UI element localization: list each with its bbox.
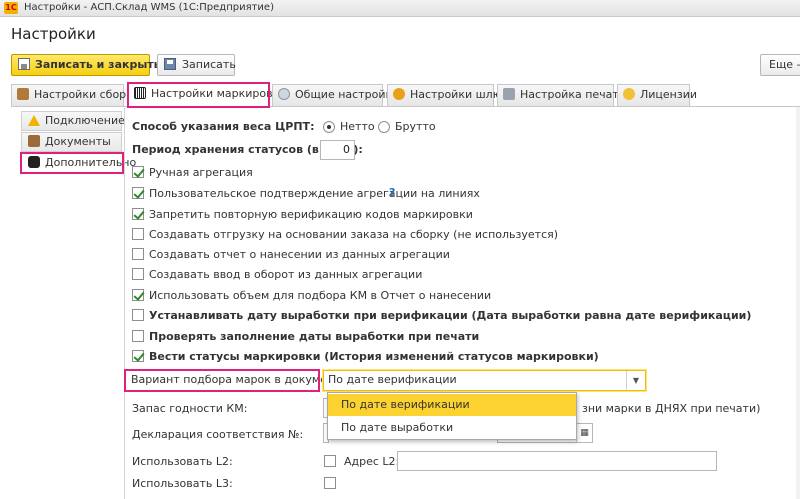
forbid-reverification-label: Запретить повторную верификацию кодов ма…	[149, 208, 473, 221]
save-and-close-button[interactable]: Записать и закрыть	[11, 54, 161, 76]
window-title: Настройки - АСП.Склад WMS (1С:Предприяти…	[24, 2, 274, 13]
weight-method-label: Способ указания веса ЦРПТ:	[132, 120, 315, 133]
warning-icon	[28, 115, 40, 126]
tab-assembly-settings[interactable]: Настройки сборки	[11, 84, 140, 106]
variant-label: Вариант подбора марок в документы:	[124, 369, 353, 392]
calendar-icon[interactable]: ▦	[576, 424, 592, 442]
gateway-icon	[393, 88, 405, 100]
sidebar-item-connection[interactable]: Подключение	[21, 111, 125, 131]
create-circulation-input-checkbox[interactable]	[132, 268, 144, 280]
gear-icon	[278, 88, 290, 100]
use-l2-checkbox[interactable]	[324, 455, 336, 467]
barcode-icon	[134, 87, 146, 99]
printer-icon	[503, 88, 515, 100]
save-button[interactable]: Записать	[157, 54, 236, 76]
user-confirm-aggregation-label: Пользовательское подтверждение агрегации…	[149, 187, 480, 200]
check-production-date-label: Проверять заполнение даты выработки при …	[149, 330, 480, 343]
user-confirm-aggregation-checkbox[interactable]	[132, 187, 144, 199]
l2-address-input[interactable]	[397, 451, 717, 471]
use-l3-label: Использовать L3:	[132, 477, 233, 490]
tab-label: Настройки маркировки	[151, 87, 287, 100]
create-circulation-input-label: Создавать ввод в оборот из данных агрега…	[149, 268, 423, 281]
chevron-down-icon[interactable]: ▼	[626, 371, 645, 390]
create-shipment-label: Создавать отгрузку на основании заказа н…	[149, 228, 559, 241]
tab-print-settings[interactable]: Настройка печати	[497, 84, 626, 106]
variant-select-value: По дате верификации	[328, 373, 457, 386]
scrollbar[interactable]	[796, 107, 800, 499]
more-button[interactable]: Еще -	[760, 54, 800, 76]
check-production-date-checkbox[interactable]	[132, 330, 144, 342]
page-title: Настройки	[11, 25, 96, 43]
app-logo-icon: 1С	[4, 2, 18, 14]
sidebar-item-label: Документы	[45, 135, 111, 148]
save-icon	[18, 58, 30, 70]
tab-label: Настройки шлюз	[410, 88, 508, 101]
variant-select[interactable]: По дате верификации ▼	[323, 370, 646, 391]
tab-label: Настройки сборки	[34, 88, 140, 101]
marking-statuses-label: Вести статусы маркировки (История измене…	[149, 350, 599, 363]
use-volume-label: Использовать объем для подбора КМ в Отче…	[149, 289, 492, 302]
tab-licenses[interactable]: Лицензии	[617, 84, 697, 106]
sidebar-item-label: Дополнительно	[45, 156, 137, 169]
weight-netto-radio[interactable]	[323, 121, 335, 133]
tab-label: Настройка печати	[520, 88, 626, 101]
sidebar-item-documents[interactable]: Документы	[21, 132, 122, 152]
tab-label: Лицензии	[640, 88, 698, 101]
create-shipment-checkbox[interactable]	[132, 228, 144, 240]
sidebar-item-additional[interactable]: Дополнительно	[20, 152, 136, 174]
use-l3-checkbox[interactable]	[324, 477, 336, 489]
create-application-report-checkbox[interactable]	[132, 248, 144, 260]
chat-icon	[28, 156, 40, 168]
use-volume-checkbox[interactable]	[132, 289, 144, 301]
save-and-close-label: Записать и закрыть	[35, 58, 161, 71]
manual-aggregation-checkbox[interactable]	[132, 166, 144, 178]
assembly-icon	[17, 88, 29, 100]
weight-brutto-label: Брутто	[395, 120, 436, 133]
l2-address-label: Адрес L2:	[344, 455, 400, 468]
help-icon[interactable]: ?	[389, 186, 395, 199]
use-l2-label: Использовать L2:	[132, 455, 233, 468]
manual-aggregation-label: Ручная агрегация	[149, 166, 253, 179]
create-application-report-label: Создавать отчет о нанесении из данных аг…	[149, 248, 450, 261]
weight-brutto-radio[interactable]	[378, 121, 390, 133]
tab-label: Общие настройки	[295, 88, 400, 101]
tab-general-settings[interactable]: Общие настройки	[272, 84, 399, 106]
declaration-label: Декларация соответствия №:	[132, 428, 304, 441]
tab-gateway-settings[interactable]: Настройки шлюз	[387, 84, 508, 106]
variant-option-production[interactable]: По дате выработки	[328, 417, 576, 439]
window-titlebar: 1С Настройки - АСП.Склад WMS (1С:Предпри…	[0, 0, 800, 17]
weight-netto-label: Нетто	[340, 120, 375, 133]
status-period-input[interactable]: 0	[320, 140, 355, 160]
sidebar-item-label: Подключение	[45, 114, 125, 127]
shelf-life-tail-label: зни марки в ДНЯХ при печати)	[582, 402, 761, 415]
briefcase-icon	[28, 135, 40, 147]
set-production-date-label: Устанавливать дату выработки при верифик…	[149, 309, 752, 322]
forbid-reverification-checkbox[interactable]	[132, 208, 144, 220]
sidebar-divider	[124, 108, 125, 499]
set-production-date-checkbox[interactable]	[132, 309, 144, 321]
save-label: Записать	[182, 58, 236, 71]
shelf-life-label: Запас годности КМ:	[132, 402, 248, 415]
tab-marking-settings[interactable]: Настройки маркировки	[127, 82, 286, 108]
license-icon	[623, 88, 635, 100]
variant-options-list: По дате верификации По дате выработки	[327, 392, 577, 440]
disk-icon	[164, 58, 176, 70]
variant-option-verification[interactable]: По дате верификации	[328, 394, 576, 416]
marking-statuses-checkbox[interactable]	[132, 350, 144, 362]
